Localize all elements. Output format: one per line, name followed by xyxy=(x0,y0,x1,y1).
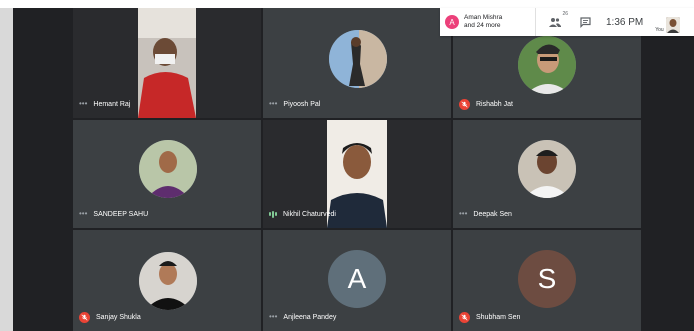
presenter-chip[interactable]: A Aman Mishra and 24 more xyxy=(440,8,536,36)
participant-avatar xyxy=(329,30,387,88)
participant-name: Sanjay Shukla xyxy=(96,313,141,321)
participant-label: ••• Deepak Sen xyxy=(459,208,512,220)
participant-name: Anjleena Pandey xyxy=(283,313,337,321)
participant-label: Nikhil Chaturvedi xyxy=(269,208,336,220)
participant-avatar xyxy=(518,36,576,94)
participant-avatar xyxy=(139,252,197,310)
mic-active-indicator: ••• xyxy=(459,209,468,218)
people-icon xyxy=(549,18,561,27)
people-count: 26 xyxy=(562,11,568,17)
self-view[interactable]: You xyxy=(655,11,680,33)
participant-tile[interactable]: ••• Hemant Raj xyxy=(73,8,261,118)
participant-tile[interactable]: ••• Deepak Sen xyxy=(453,120,641,228)
participant-tile[interactable]: ••• Piyoosh Pal xyxy=(263,8,451,118)
participant-video xyxy=(327,120,387,228)
participant-label: Sanjay Shukla xyxy=(79,311,141,323)
mic-active-indicator: ••• xyxy=(79,99,88,108)
speaking-indicator xyxy=(269,210,277,218)
participant-label: ••• Piyoosh Pal xyxy=(269,98,320,110)
presenter-name: Aman Mishra xyxy=(464,14,503,21)
participant-name: Rishabh Jat xyxy=(476,100,513,108)
presenter-more: and 24 more xyxy=(464,22,501,29)
participant-name: Nikhil Chaturvedi xyxy=(283,210,336,218)
participant-label: Rishabh Jat xyxy=(459,98,513,110)
participant-name: Shubham Sen xyxy=(476,313,521,321)
chat-icon xyxy=(579,16,591,28)
participant-letter-avatar: A xyxy=(328,250,386,308)
mic-off-icon xyxy=(459,311,470,323)
participant-label: Shubham Sen xyxy=(459,311,520,323)
presenter-avatar: A xyxy=(445,15,459,29)
participant-name: Hemant Raj xyxy=(93,100,131,108)
window-top-strip xyxy=(0,0,694,8)
meeting-clock: 1:36 PM xyxy=(606,16,644,28)
mic-active-indicator: ••• xyxy=(269,99,278,108)
mic-active-indicator: ••• xyxy=(269,312,278,321)
self-avatar xyxy=(665,17,680,33)
participant-name: SANDEEP SAHU xyxy=(93,210,149,218)
participant-name: Deepak Sen xyxy=(473,210,512,218)
chat-button[interactable] xyxy=(574,11,596,33)
participant-label: ••• Anjleena Pandey xyxy=(269,311,336,323)
meeting-grid: ••• Hemant Raj ••• Piyoosh Pal Rishabh J… xyxy=(13,8,694,331)
participant-video xyxy=(138,8,196,118)
mic-off-icon xyxy=(459,98,470,110)
participant-tile[interactable]: S Shubham Sen xyxy=(453,230,641,331)
presenter-text: Aman Mishra and 24 more xyxy=(464,14,502,30)
mic-off-icon xyxy=(79,311,90,323)
participant-tile[interactable]: ••• SANDEEP SAHU xyxy=(73,120,261,228)
participant-avatar xyxy=(518,140,576,198)
participant-avatar xyxy=(139,140,197,198)
participant-label: ••• SANDEEP SAHU xyxy=(79,208,148,220)
meeting-top-bar: A Aman Mishra and 24 more 26 1:36 PM You xyxy=(440,8,694,36)
participant-tile[interactable]: Sanjay Shukla xyxy=(73,230,261,331)
window-left-edge xyxy=(0,8,13,331)
people-button[interactable]: 26 xyxy=(544,11,568,33)
participant-tile[interactable]: Nikhil Chaturvedi xyxy=(263,120,451,228)
participant-tile[interactable]: A ••• Anjleena Pandey xyxy=(263,230,451,331)
self-label: You xyxy=(655,27,664,33)
mic-active-indicator: ••• xyxy=(79,209,88,218)
participant-name: Piyoosh Pal xyxy=(283,100,321,108)
participant-label: ••• Hemant Raj xyxy=(79,98,130,110)
participant-letter-avatar: S xyxy=(518,250,576,308)
